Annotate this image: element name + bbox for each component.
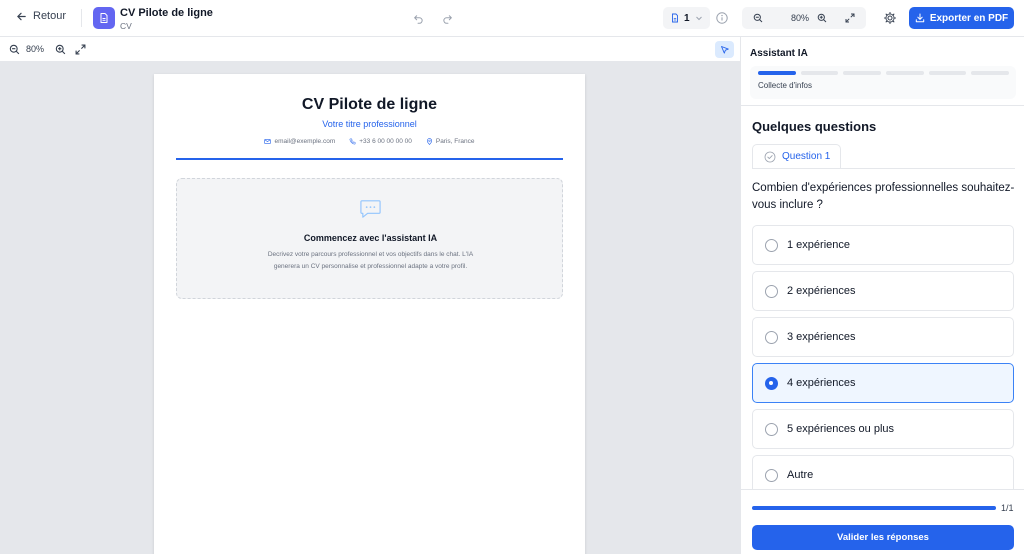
document-type: CV xyxy=(120,21,132,31)
option-label: 2 expériences xyxy=(787,285,856,297)
radio-button[interactable] xyxy=(765,422,778,436)
cv-phone[interactable]: +33 6 00 00 00 00 xyxy=(349,138,412,145)
option-label: 5 expériences ou plus xyxy=(787,423,895,435)
download-icon xyxy=(915,13,925,23)
page-icon xyxy=(672,13,678,23)
cv-email[interactable]: email@exemple.com xyxy=(264,138,335,145)
validate-label: Valider les réponses xyxy=(837,532,929,543)
check-circle-icon xyxy=(764,151,776,162)
cv-phone-text: +33 6 00 00 00 00 xyxy=(359,138,412,145)
header-divider xyxy=(176,158,563,160)
zoom-out-button[interactable] xyxy=(751,11,765,25)
back-button[interactable]: Retour xyxy=(16,10,66,22)
tab-question-1[interactable]: Question 1 xyxy=(752,144,841,168)
question-text: Combien d'expériences professionnelles s… xyxy=(752,182,1015,211)
cv-location[interactable]: Paris, France xyxy=(426,138,475,145)
radio-button[interactable] xyxy=(765,376,778,390)
step-segment-6 xyxy=(971,71,1010,75)
radio-button[interactable] xyxy=(765,284,778,298)
step-indicator xyxy=(758,71,1010,75)
option-5-plus-experiences[interactable]: 5 expériences ou plus xyxy=(752,409,1014,449)
page-number: 1 xyxy=(684,12,690,24)
step-segment-4 xyxy=(886,71,924,75)
cv-contacts: email@exemple.com +33 6 00 00 00 00 Pari… xyxy=(154,138,585,145)
divider xyxy=(741,105,1024,106)
fit-screen-button[interactable] xyxy=(74,43,86,55)
tab-label: Question 1 xyxy=(782,151,831,162)
editor-toolbar: 80% xyxy=(0,37,740,62)
step-segment-5 xyxy=(928,71,967,75)
document-title: CV Pilote de ligne xyxy=(120,7,213,19)
option-2-experiences[interactable]: 2 expériences xyxy=(752,271,1014,311)
export-pdf-button[interactable]: Exporter en PDF xyxy=(909,7,1014,29)
arrow-left-icon xyxy=(17,12,26,20)
radio-button[interactable] xyxy=(765,238,778,252)
undo-icon xyxy=(413,14,423,24)
top-bar: Retour CV Pilote de ligne CV 1 80% Expor… xyxy=(0,0,1024,37)
answer-progress-bar xyxy=(752,506,996,510)
radio-button[interactable] xyxy=(765,330,778,344)
chevron-down-icon xyxy=(695,16,702,21)
answer-progress-count: 1/1 xyxy=(1001,503,1014,513)
expand-icon xyxy=(75,44,85,54)
zoom-out-icon xyxy=(9,44,19,54)
zoom-level: 80% xyxy=(26,44,45,54)
option-label: 3 expériences xyxy=(787,331,856,343)
validate-answers-button[interactable]: Valider les réponses xyxy=(752,525,1014,550)
document-badge xyxy=(93,7,115,29)
redo-button[interactable] xyxy=(440,11,454,25)
step-segment-1 xyxy=(758,71,796,75)
tab-underline xyxy=(752,168,1015,169)
document-icon xyxy=(100,13,108,23)
zoom-out-icon xyxy=(753,13,763,23)
mail-icon xyxy=(264,139,272,144)
panel-footer: 1/1 Valider les réponses xyxy=(741,489,1024,554)
cv-name[interactable]: CV Pilote de ligne xyxy=(154,96,585,114)
empty-state-description: Decrivez votre parcours professionnel et… xyxy=(267,251,474,270)
zoom-level: 80% xyxy=(790,13,809,23)
radio-button[interactable] xyxy=(765,468,778,482)
cv-job-title[interactable]: Votre titre professionnel xyxy=(154,119,585,129)
panel-title: Assistant IA xyxy=(750,48,808,59)
location-pin-icon xyxy=(426,138,432,145)
step-label: Collecte d'infos xyxy=(758,81,812,90)
zoom-in-button[interactable] xyxy=(54,43,66,55)
option-1-experience[interactable]: 1 expérience xyxy=(752,225,1014,265)
undo-button[interactable] xyxy=(411,11,425,25)
expand-icon xyxy=(845,13,855,23)
option-label: Autre xyxy=(787,469,814,481)
back-label: Retour xyxy=(33,10,67,22)
option-label: 4 expériences xyxy=(787,377,856,389)
cv-page: CV Pilote de ligne Votre titre professio… xyxy=(154,74,585,554)
select-tool-button[interactable] xyxy=(715,41,734,58)
option-4-experiences[interactable]: 4 expériences xyxy=(752,363,1014,403)
gear-icon[interactable] xyxy=(883,11,897,25)
zoom-in-button[interactable] xyxy=(815,11,829,25)
page-selector[interactable]: 1 xyxy=(663,7,710,29)
option-3-experiences[interactable]: 3 expériences xyxy=(752,317,1014,357)
zoom-in-icon xyxy=(55,44,65,54)
chat-bubble-icon xyxy=(360,200,381,218)
assistant-panel: Assistant IA Collecte d'infos Quelques q… xyxy=(740,37,1024,554)
cursor-icon xyxy=(720,45,729,54)
cv-email-text: email@exemple.com xyxy=(274,138,336,145)
divider xyxy=(81,9,82,27)
empty-state: Commencez avec l'assistant IA Decrivez v… xyxy=(176,178,563,299)
info-icon[interactable] xyxy=(715,11,729,25)
zoom-controls: 80% xyxy=(742,7,866,29)
phone-icon xyxy=(349,138,356,145)
document-canvas: CV Pilote de ligne Votre titre professio… xyxy=(0,62,740,554)
zoom-in-icon xyxy=(817,13,827,23)
redo-icon xyxy=(442,14,452,24)
section-heading: Quelques questions xyxy=(752,119,877,134)
step-segment-2 xyxy=(800,71,839,75)
fit-screen-button[interactable] xyxy=(843,11,857,25)
step-segment-3 xyxy=(843,71,882,75)
empty-state-title: Commencez avec l'assistant IA xyxy=(303,233,438,243)
zoom-out-button[interactable] xyxy=(8,43,20,55)
step-progress: Collecte d'infos xyxy=(750,66,1016,99)
option-label: 1 expérience xyxy=(787,239,850,251)
export-label: Exporter en PDF xyxy=(929,12,1009,24)
cv-location-text: Paris, France xyxy=(435,138,475,145)
